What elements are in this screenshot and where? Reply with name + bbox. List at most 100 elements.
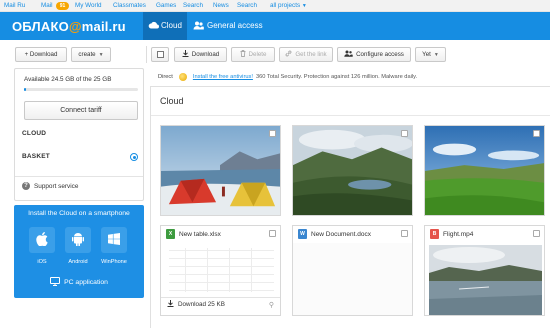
winphone-app-button[interactable]: [101, 227, 127, 253]
ad-direct-label[interactable]: Direct: [158, 74, 173, 80]
spreadsheet-preview: [165, 244, 278, 296]
chevron-down-icon: ▼: [433, 51, 439, 58]
download-button-label: Download: [191, 51, 220, 58]
android-app-button[interactable]: [65, 227, 91, 253]
antivirus-logo-icon: [178, 73, 187, 81]
portal-link-search[interactable]: Search: [183, 2, 203, 9]
toolbar-divider: [146, 46, 147, 63]
file-tile-header: W New Document.docx: [293, 226, 412, 242]
excel-icon: X: [166, 229, 175, 239]
pc-application-link[interactable]: PC application: [14, 277, 144, 288]
file-tile-new-document[interactable]: W New Document.docx: [292, 225, 413, 316]
configure-access-button[interactable]: Configure access: [337, 47, 411, 62]
tab-cloud-label: Cloud: [161, 21, 182, 30]
select-all-checkbox[interactable]: [151, 47, 169, 62]
winphone-label: WinPhone: [101, 259, 127, 265]
download-size-label: Download 25 KB: [178, 301, 225, 308]
storage-usage-text: Available 24.5 GB of the 25 GB: [24, 76, 112, 83]
file-tile-header: X New table.xlsx: [161, 226, 280, 242]
more-button-label: Yet: [422, 51, 431, 58]
trash-icon: [240, 50, 246, 59]
photo-tents-thumbnail: [161, 126, 280, 215]
apple-icon: [36, 232, 48, 248]
tile-checkbox[interactable]: [533, 230, 540, 237]
upload-button-label: + Download: [24, 51, 58, 58]
portal-link-all-projects[interactable]: all projects ▼: [270, 2, 307, 9]
tab-cloud[interactable]: Cloud: [143, 12, 187, 40]
download-button[interactable]: Download: [174, 47, 227, 62]
create-button-label: create: [78, 51, 96, 58]
file-download-row[interactable]: Download 25 KB ⚲: [161, 297, 280, 311]
cloud-mail-logo[interactable]: ОБЛАКО@mail.ru: [12, 19, 126, 34]
paperclip-icon[interactable]: ⚲: [269, 301, 274, 309]
basket-indicator-icon: [130, 153, 138, 161]
storage-progress-fill: [24, 88, 26, 91]
tile-checkbox[interactable]: [269, 130, 276, 137]
people-icon: [344, 50, 353, 59]
content-divider: [151, 115, 550, 116]
portal-link-mailru[interactable]: Mail Ru: [4, 2, 25, 9]
ad-banner: Direct Install the free antivirus! 360 T…: [150, 70, 550, 84]
tile-checkbox[interactable]: [401, 230, 408, 237]
sidebar-divider: [15, 176, 143, 177]
tab-general-access-label: General access: [207, 21, 263, 30]
pc-application-label: PC application: [64, 279, 108, 286]
ios-label: iOS: [37, 259, 47, 265]
help-icon: ?: [22, 182, 30, 190]
file-name: New table.xlsx: [179, 230, 221, 238]
link-icon: [285, 50, 292, 59]
file-tile-new-table[interactable]: X New table.xlsx Download 25 KB ⚲: [160, 225, 281, 316]
tab-general-access[interactable]: General access: [191, 12, 271, 40]
storage-progress-bar: [24, 88, 138, 91]
folder-title: Cloud: [160, 96, 184, 106]
connect-tariff-button[interactable]: Connect tariff: [24, 101, 138, 120]
support-service-link[interactable]: ? Support service: [22, 182, 78, 190]
android-label: Android: [68, 259, 88, 265]
people-icon: [193, 21, 204, 32]
photo-tile-tents[interactable]: [160, 125, 281, 216]
file-name: Flight.mp4: [443, 230, 474, 238]
create-button[interactable]: create ▼: [71, 47, 111, 62]
cloud-icon: [148, 21, 159, 31]
ad-link[interactable]: Install the free antivirus!: [193, 74, 253, 80]
chevron-down-icon: ▼: [98, 51, 104, 58]
portal-link-my-world[interactable]: My World: [75, 2, 101, 9]
configure-access-button-label: Configure access: [356, 51, 404, 58]
file-tile-flight-video[interactable]: B Flight.mp4: [424, 225, 545, 316]
file-name: New Document.docx: [311, 230, 371, 238]
checkbox-icon: [156, 51, 164, 58]
more-button[interactable]: Yet ▼: [415, 47, 446, 62]
ios-app-button[interactable]: [29, 227, 55, 253]
portal-link-search-2[interactable]: Search: [237, 2, 257, 9]
support-service-label: Support service: [34, 182, 79, 190]
tile-checkbox[interactable]: [401, 130, 408, 137]
sidebar-item-basket[interactable]: BASKET: [22, 153, 50, 160]
chevron-down-icon: ▼: [301, 3, 307, 9]
sidebar-item-cloud[interactable]: CLOUD: [22, 130, 46, 137]
video-preview-thumbnail: [429, 245, 542, 315]
upload-button[interactable]: + Download: [15, 47, 67, 62]
document-preview: [293, 243, 412, 315]
mail-unread-badge: 91: [56, 2, 69, 10]
get-link-button[interactable]: Get the link: [279, 47, 333, 62]
portal-link-mail[interactable]: Mail: [41, 2, 53, 9]
portal-link-classmates[interactable]: Classmates: [113, 2, 146, 9]
tile-checkbox[interactable]: [533, 130, 540, 137]
portal-nav-bar: Mail Ru Mail 91 My World Classmates Game…: [0, 0, 550, 12]
tile-checkbox[interactable]: [269, 230, 276, 237]
video-icon: B: [430, 229, 439, 239]
photo-tile-lake-valley[interactable]: [292, 125, 413, 216]
android-icon: [72, 232, 84, 248]
windows-icon: [108, 233, 120, 247]
photo-green-meadow-thumbnail: [425, 126, 544, 215]
ad-text: 360 Total Security. Protection against 1…: [255, 74, 418, 80]
delete-button-label: Delete: [248, 51, 267, 58]
photo-tile-green-meadow[interactable]: [424, 125, 545, 216]
photo-lake-valley-thumbnail: [293, 126, 412, 215]
download-icon: [182, 50, 189, 59]
portal-link-news[interactable]: News: [213, 2, 229, 9]
monitor-icon: [50, 277, 61, 288]
file-tile-header: B Flight.mp4: [425, 226, 544, 242]
delete-button[interactable]: Delete: [231, 47, 275, 62]
portal-link-games[interactable]: Games: [156, 2, 176, 9]
